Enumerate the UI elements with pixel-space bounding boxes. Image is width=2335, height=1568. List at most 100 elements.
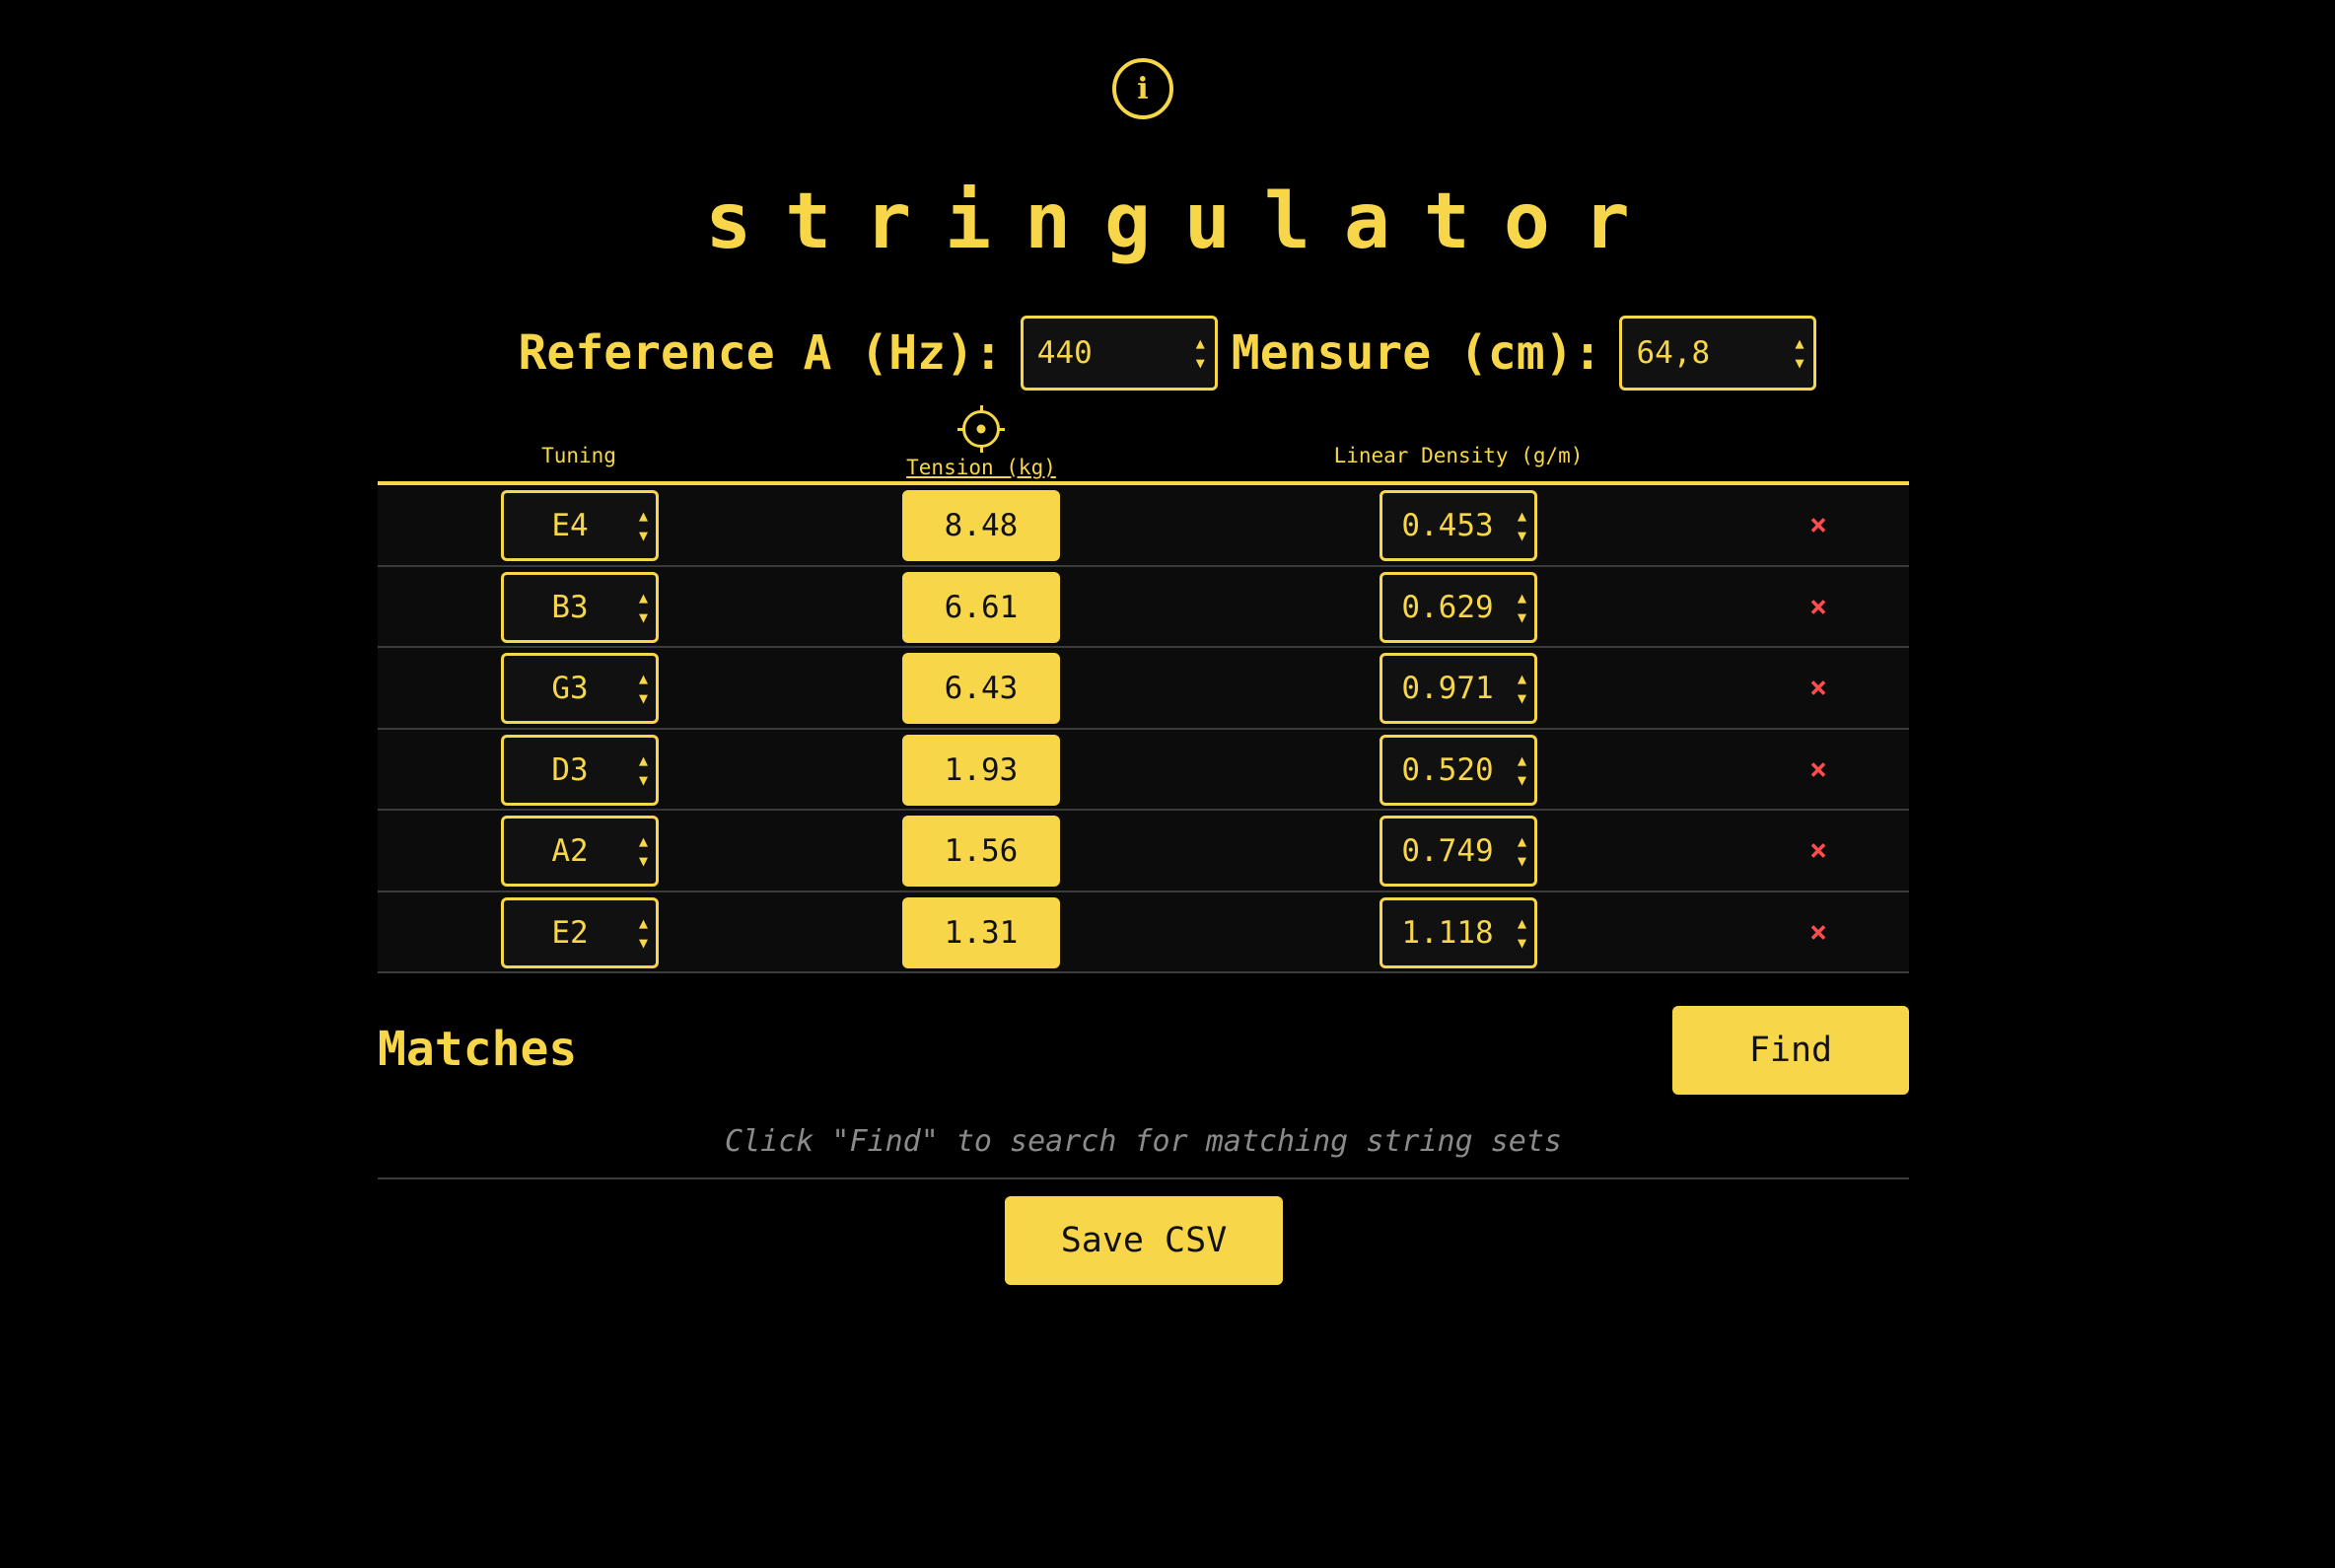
spin-up-icon[interactable]: ▲ [639,669,648,688]
info-glyph: i [1137,71,1149,107]
tuning-select[interactable]: D3 ▲ ▼ [501,734,659,806]
density-spinner[interactable]: ▲ ▼ [1518,506,1526,545]
reference-value: 440 [1036,335,1093,371]
density-input[interactable]: 0.971 ▲ ▼ [1380,653,1537,724]
tuning-value: B3 [551,589,589,625]
remove-row-icon[interactable]: × [1809,914,1827,952]
spin-up-icon[interactable]: ▲ [639,831,648,851]
spin-down-icon[interactable]: ▼ [639,933,648,953]
reference-input[interactable]: 440 ▲ ▼ [1020,316,1218,391]
spin-down-icon[interactable]: ▼ [639,526,648,545]
tuning-spinner[interactable]: ▲ ▼ [639,913,648,953]
remove-row-icon[interactable]: × [1809,751,1827,789]
table-row: E2 ▲ ▼ 1.31 1.118 ▲ ▼ × [378,891,1909,973]
save-csv-button[interactable]: Save CSV [1005,1196,1283,1285]
tuning-value: A2 [551,833,589,869]
density-input[interactable]: 0.520 ▲ ▼ [1380,734,1537,806]
tension-value-box[interactable]: 6.43 [902,653,1060,724]
reference-spinner[interactable]: ▲ ▼ [1196,333,1205,373]
table-body: E4 ▲ ▼ 8.48 0.453 ▲ ▼ × B3 ▲ ▼ 6.61 0.62… [378,485,1909,973]
tension-value-box[interactable]: 8.48 [902,490,1060,561]
tuning-select[interactable]: A2 ▲ ▼ [501,816,659,887]
density-input[interactable]: 0.629 ▲ ▼ [1380,571,1537,643]
mensure-spinner[interactable]: ▲ ▼ [1795,333,1804,373]
table-row: B3 ▲ ▼ 6.61 0.629 ▲ ▼ × [378,566,1909,648]
tension-value-box[interactable]: 6.61 [902,571,1060,643]
spin-down-icon[interactable]: ▼ [1196,353,1205,373]
spin-up-icon[interactable]: ▲ [1518,831,1526,851]
tuning-select[interactable]: E4 ▲ ▼ [501,490,659,561]
tuning-spinner[interactable]: ▲ ▼ [639,669,648,708]
spin-up-icon[interactable]: ▲ [1518,913,1526,933]
settings-bar: Reference A (Hz): 440 ▲ ▼ Mensure (cm): … [0,316,2335,391]
tuning-value: E4 [551,508,589,543]
spin-down-icon[interactable]: ▼ [1518,851,1526,871]
spin-up-icon[interactable]: ▲ [639,506,648,526]
density-input[interactable]: 0.453 ▲ ▼ [1380,490,1537,561]
tuning-select[interactable]: E2 ▲ ▼ [501,896,659,968]
density-spinner[interactable]: ▲ ▼ [1518,831,1526,871]
density-value: 0.629 [1401,589,1494,625]
tuning-spinner[interactable]: ▲ ▼ [639,506,648,545]
table-row: D3 ▲ ▼ 1.93 0.520 ▲ ▼ × [378,729,1909,811]
tension-value: 8.48 [944,508,1019,543]
tension-value: 1.93 [944,751,1019,788]
density-spinner[interactable]: ▲ ▼ [1518,588,1526,627]
density-value: 0.749 [1401,833,1494,869]
matches-title: Matches [378,1022,578,1077]
find-button[interactable]: Find [1672,1006,1909,1095]
spin-down-icon[interactable]: ▼ [639,607,648,627]
mensure-value: 64,8 [1636,335,1711,371]
density-value: 0.453 [1401,508,1494,543]
tension-value-box[interactable]: 1.31 [902,896,1060,968]
tuning-value: E2 [551,914,589,951]
spin-up-icon[interactable]: ▲ [1518,750,1526,770]
spin-down-icon[interactable]: ▼ [639,688,648,708]
tuning-select[interactable]: G3 ▲ ▼ [501,653,659,724]
spin-up-icon[interactable]: ▲ [1196,333,1205,353]
tuning-select[interactable]: B3 ▲ ▼ [501,571,659,643]
spin-up-icon[interactable]: ▲ [1518,669,1526,688]
spin-up-icon[interactable]: ▲ [1518,506,1526,526]
spin-up-icon[interactable]: ▲ [1518,588,1526,607]
spin-up-icon[interactable]: ▲ [639,588,648,607]
page: i stringulator Reference A (Hz): 440 ▲ ▼… [0,0,2335,1568]
remove-row-icon[interactable]: × [1809,670,1827,707]
density-value: 0.520 [1401,751,1494,788]
target-icon[interactable] [957,405,1005,453]
density-input[interactable]: 1.118 ▲ ▼ [1380,896,1537,968]
table-row: A2 ▲ ▼ 1.56 0.749 ▲ ▼ × [378,811,1909,892]
mensure-label: Mensure (cm): [1231,325,1602,381]
reference-label: Reference A (Hz): [518,325,1003,381]
spin-down-icon[interactable]: ▼ [1518,526,1526,545]
density-spinner[interactable]: ▲ ▼ [1518,669,1526,708]
mensure-input[interactable]: 64,8 ▲ ▼ [1619,316,1817,391]
remove-row-icon[interactable]: × [1809,589,1827,626]
tension-value-box[interactable]: 1.93 [902,734,1060,806]
spin-down-icon[interactable]: ▼ [1518,688,1526,708]
tuning-spinner[interactable]: ▲ ▼ [639,750,648,790]
tension-value-box[interactable]: 1.56 [902,816,1060,887]
tuning-spinner[interactable]: ▲ ▼ [639,831,648,871]
spin-up-icon[interactable]: ▲ [639,913,648,933]
density-spinner[interactable]: ▲ ▼ [1518,750,1526,790]
tension-value: 1.31 [944,914,1019,951]
info-icon[interactable]: i [1112,58,1173,119]
spin-down-icon[interactable]: ▼ [1518,770,1526,790]
header-density: Linear Density (g/m) [1333,444,1584,467]
tuning-spinner[interactable]: ▲ ▼ [639,588,648,627]
app-title: stringulator [705,178,1663,266]
spin-down-icon[interactable]: ▼ [1795,353,1804,373]
spin-down-icon[interactable]: ▼ [639,851,648,871]
density-input[interactable]: 0.749 ▲ ▼ [1380,816,1537,887]
header-tension[interactable]: Tension (kg) [906,456,1056,479]
spin-up-icon[interactable]: ▲ [1795,333,1804,353]
remove-row-icon[interactable]: × [1809,507,1827,544]
spin-down-icon[interactable]: ▼ [1518,933,1526,953]
density-value: 1.118 [1401,914,1494,951]
spin-up-icon[interactable]: ▲ [639,750,648,770]
spin-down-icon[interactable]: ▼ [1518,607,1526,627]
density-spinner[interactable]: ▲ ▼ [1518,913,1526,953]
remove-row-icon[interactable]: × [1809,832,1827,870]
spin-down-icon[interactable]: ▼ [639,770,648,790]
